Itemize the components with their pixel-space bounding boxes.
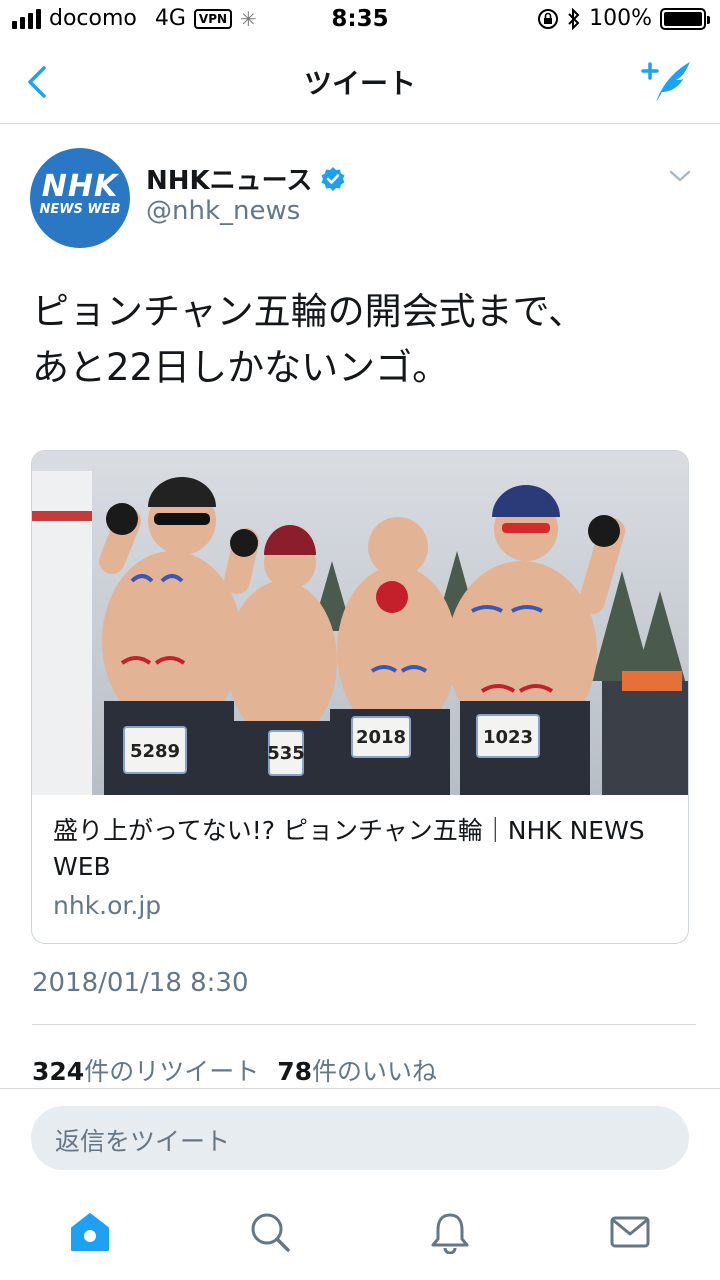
display-name-text: NHKニュース [146, 166, 313, 196]
chevron-down-icon[interactable] [668, 168, 692, 184]
avatar-logo-text: NHK [41, 169, 119, 204]
likes-label: 件のいいね [312, 1057, 438, 1086]
bib-3: 2018 [356, 727, 406, 748]
battery-percent: 100% [589, 6, 652, 31]
avatar-logo-subtext: NEWS WEB [39, 202, 121, 217]
divider [0, 1088, 720, 1089]
bib-4: 1023 [483, 727, 533, 748]
status-right: 100% [537, 6, 710, 31]
card-title[interactable]: 盛り上がってない!? ピョンチャン五輪｜NHK NEWS WEB [53, 813, 673, 885]
bluetooth-icon [568, 7, 580, 30]
likes-stat[interactable]: 78件のいいね [277, 1052, 437, 1088]
reply-input[interactable]: 返信をツイート [31, 1106, 689, 1170]
divider [32, 1024, 696, 1025]
link-card[interactable]: 5289 535 2018 1023 盛り上がってない!? ピョンチャン五輪｜N… [31, 450, 689, 944]
page-title: ツイート [303, 67, 416, 100]
card-domain: nhk.or.jp [53, 891, 162, 920]
rotation-lock-icon [538, 8, 559, 29]
card-photo: 5289 535 2018 1023 [32, 451, 688, 795]
battery-fill [664, 11, 702, 26]
tweet-stats: 324件のリツイート 78件のいいね [32, 1052, 437, 1088]
display-name[interactable]: NHKニュース [146, 160, 346, 197]
compose-tweet-icon[interactable] [640, 56, 694, 106]
tab-bar [0, 1186, 720, 1280]
tweet-timestamp: 2018/01/18 8:30 [32, 968, 249, 998]
bib-2: 535 [267, 743, 305, 764]
retweets-label: 件のリツイート [84, 1057, 260, 1086]
reply-placeholder: 返信をツイート [55, 1127, 231, 1156]
tweet-text: ピョンチャン五輪の開会式まで、 あと22日しかないンゴ。 [32, 290, 586, 389]
bib-1: 5289 [130, 741, 180, 762]
verified-badge-icon [321, 166, 345, 191]
battery-icon [660, 7, 710, 30]
likes-count: 78 [277, 1057, 312, 1086]
nav-bar: ツイート [0, 40, 720, 124]
user-handle[interactable]: @nhk_news [146, 196, 300, 226]
status-bar: docomo 4G VPN ✳ 8:35 100% [0, 0, 720, 40]
retweets-stat[interactable]: 324件のリツイート [32, 1052, 259, 1088]
notifications-icon[interactable] [428, 1210, 472, 1254]
retweets-count: 324 [32, 1057, 85, 1086]
home-icon[interactable] [68, 1210, 112, 1254]
search-icon[interactable] [248, 1210, 292, 1254]
card-image[interactable]: 5289 535 2018 1023 [32, 451, 688, 795]
messages-icon[interactable] [608, 1210, 652, 1254]
avatar[interactable]: NHK NEWS WEB [30, 148, 130, 248]
